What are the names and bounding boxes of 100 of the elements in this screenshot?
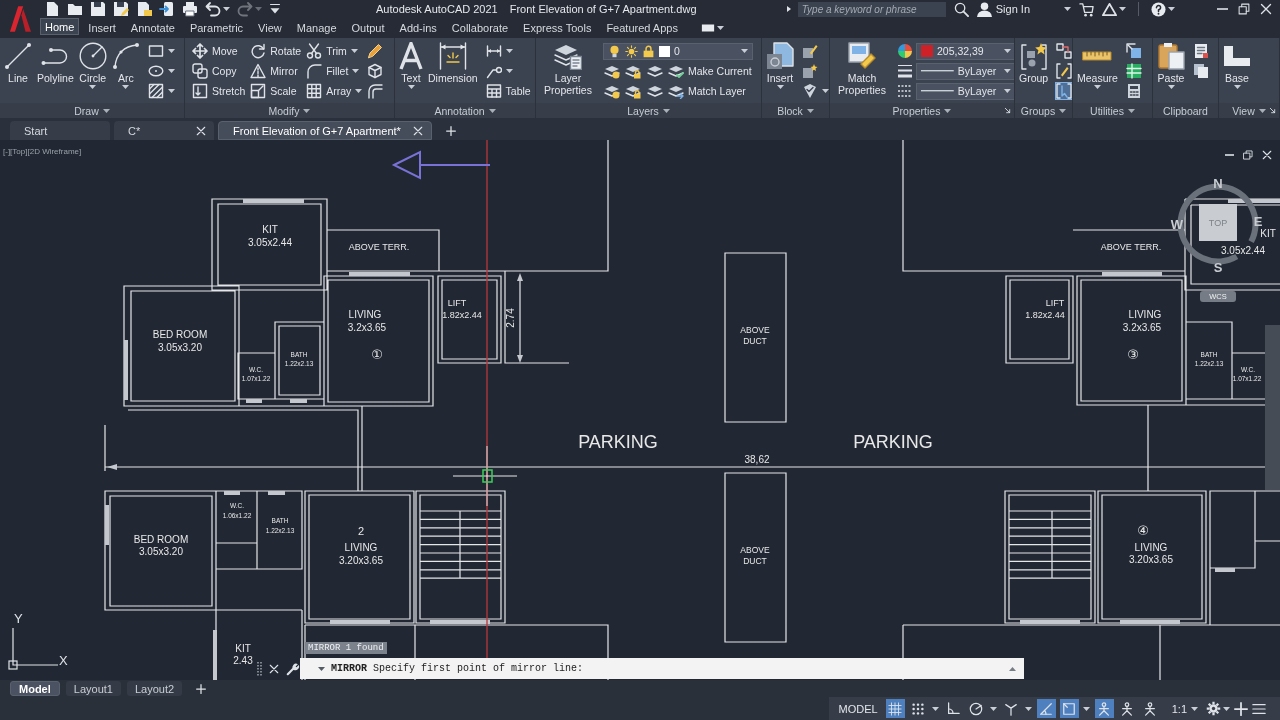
hatch-button[interactable]	[146, 82, 176, 100]
grid-button[interactable]	[885, 699, 905, 718]
rotate-button[interactable]: Rotate	[249, 42, 303, 60]
box-pencil-button[interactable]	[801, 42, 819, 60]
polyline-button[interactable]: Polyline	[37, 41, 74, 84]
file-tab[interactable]: Start	[10, 121, 110, 140]
annotation-scale-button[interactable]: 1:1	[1167, 699, 1202, 718]
cart-button[interactable]	[1079, 1, 1094, 17]
cube-button[interactable]	[366, 62, 385, 80]
customize-button[interactable]	[269, 3, 281, 15]
group-selection-button[interactable]	[1055, 82, 1072, 100]
paste-button[interactable]: Paste	[1157, 41, 1185, 89]
add-button[interactable]	[1234, 701, 1248, 716]
sign-in-button[interactable]: Sign In	[976, 1, 1030, 17]
copy-arrow-button[interactable]	[1124, 42, 1143, 60]
file-tab[interactable]: Front Elevation of G+7 Apartment*	[218, 121, 432, 140]
offset-button[interactable]	[366, 82, 385, 100]
linked-squares-button[interactable]	[1055, 42, 1072, 60]
ribbon-tab[interactable]: Featured Apps	[600, 18, 684, 38]
lined-page-button[interactable]	[1192, 42, 1210, 60]
measure-button[interactable]: Measure	[1077, 41, 1118, 89]
compass-label[interactable]: N	[1213, 176, 1223, 190]
ribbon-tab[interactable]: View	[252, 18, 288, 38]
scale-button[interactable]: Scale	[249, 82, 298, 100]
settings-button[interactable]	[1206, 701, 1230, 716]
undo-button[interactable]	[205, 1, 230, 17]
diamond-button[interactable]	[801, 82, 829, 100]
group-button[interactable]: Group	[1019, 41, 1049, 84]
account-menu-button[interactable]	[1064, 7, 1071, 11]
match-properties-button[interactable]: Match Properties	[834, 41, 890, 96]
rectangle-button[interactable]	[146, 42, 176, 60]
layer-properties-button[interactable]: Layer Properties	[540, 41, 596, 96]
search-field[interactable]: Type a keyword or phrase	[797, 1, 946, 17]
text-button[interactable]: Text	[399, 41, 423, 89]
expand-search-button[interactable]	[784, 5, 793, 13]
ribbon-tab[interactable]: Collaborate	[445, 18, 515, 38]
triangle-menu-button[interactable]	[1102, 1, 1126, 17]
insert-button[interactable]: Insert	[766, 41, 794, 89]
dimension-button[interactable]: Dimension	[428, 41, 478, 84]
line-button[interactable]: Line	[4, 41, 32, 84]
new-layout-button[interactable]	[196, 683, 207, 694]
ribbon-tab[interactable]: Annotate	[124, 18, 181, 38]
snap-tracking-button[interactable]	[1036, 699, 1056, 718]
menu-button[interactable]	[1252, 701, 1266, 716]
ribbon-tab[interactable]: Output	[345, 18, 391, 38]
search-button[interactable]	[953, 1, 969, 17]
printer-button[interactable]	[182, 1, 198, 17]
stretch-button[interactable]: Stretch	[191, 82, 247, 100]
panel-title-button[interactable]: Draw	[74, 104, 110, 117]
layout-tab[interactable]: Layout2	[126, 681, 183, 696]
spreadsheet-button[interactable]	[1124, 62, 1143, 80]
viewport-restore-button[interactable]	[1243, 150, 1253, 160]
close-button[interactable]	[1260, 3, 1272, 15]
model-space-button[interactable]: MODEL	[834, 699, 882, 718]
trim-button[interactable]: Trim	[305, 42, 359, 60]
ribbon-tab[interactable]: Parametric	[183, 18, 250, 38]
restore-button[interactable]	[1238, 3, 1250, 15]
match-layer-button[interactable]: Match Layer	[667, 82, 747, 100]
bracket-pencil-button[interactable]	[1055, 62, 1072, 80]
object-snap-button[interactable]	[1059, 699, 1091, 718]
layout-tab[interactable]: Model	[10, 681, 60, 696]
layout-tab[interactable]: Layout1	[65, 681, 121, 696]
phone-arrow-button[interactable]	[159, 1, 175, 17]
linear-dimension-button[interactable]	[484, 42, 514, 60]
panel-launcher-button[interactable]	[1004, 107, 1011, 114]
table-button[interactable]: Table	[484, 82, 532, 100]
ribbon-tab[interactable]: Express Tools	[517, 18, 598, 38]
floppy-pencil-button[interactable]	[113, 1, 129, 17]
panel-title-button[interactable]: Modify	[268, 104, 311, 117]
array-button[interactable]: Array	[305, 82, 364, 100]
ribbon-tab[interactable]: Add-ins	[393, 18, 443, 38]
ribbon-tab[interactable]: Home	[40, 18, 80, 35]
panel-launcher-button[interactable]	[1269, 107, 1276, 114]
base-button[interactable]: Base	[1223, 41, 1251, 89]
panel-title-button[interactable]: Layers	[627, 104, 670, 117]
mirror-button[interactable]: Mirror	[249, 62, 299, 80]
color-dropdown[interactable]: 205,32,39	[916, 42, 1014, 60]
viewport-close-button[interactable]	[1262, 150, 1272, 160]
floppy-button[interactable]	[90, 1, 106, 17]
close-command-button[interactable]	[269, 664, 279, 674]
lineweight-dropdown[interactable]: ByLayer	[916, 62, 1014, 80]
layer-dropdown[interactable]: 0	[603, 42, 753, 60]
box-star-button[interactable]	[801, 62, 819, 80]
make-current-button[interactable]: Make Current	[667, 62, 753, 80]
ribbon-tab[interactable]: Manage	[290, 18, 343, 38]
fillet-button[interactable]: Fillet	[305, 62, 361, 80]
help-button[interactable]	[1151, 1, 1175, 17]
customize-command-button[interactable]	[286, 662, 300, 676]
view-controls-link[interactable]: [-][Top][2D Wireframe]	[3, 147, 82, 156]
compass-label[interactable]: W	[1170, 217, 1184, 231]
file-tab[interactable]: C*	[114, 121, 214, 140]
pencil-button[interactable]	[366, 42, 385, 60]
new-file-button[interactable]	[44, 1, 60, 17]
arc-button[interactable]: Arc	[111, 41, 140, 89]
move-button[interactable]: Move	[191, 42, 239, 60]
document-badge-button[interactable]	[136, 1, 152, 17]
linetype-dropdown[interactable]: ByLayer	[916, 82, 1014, 100]
annotation-visibility-button[interactable]	[1094, 699, 1114, 718]
folder-button[interactable]	[67, 1, 83, 17]
circle-button[interactable]: Circle	[78, 41, 107, 89]
